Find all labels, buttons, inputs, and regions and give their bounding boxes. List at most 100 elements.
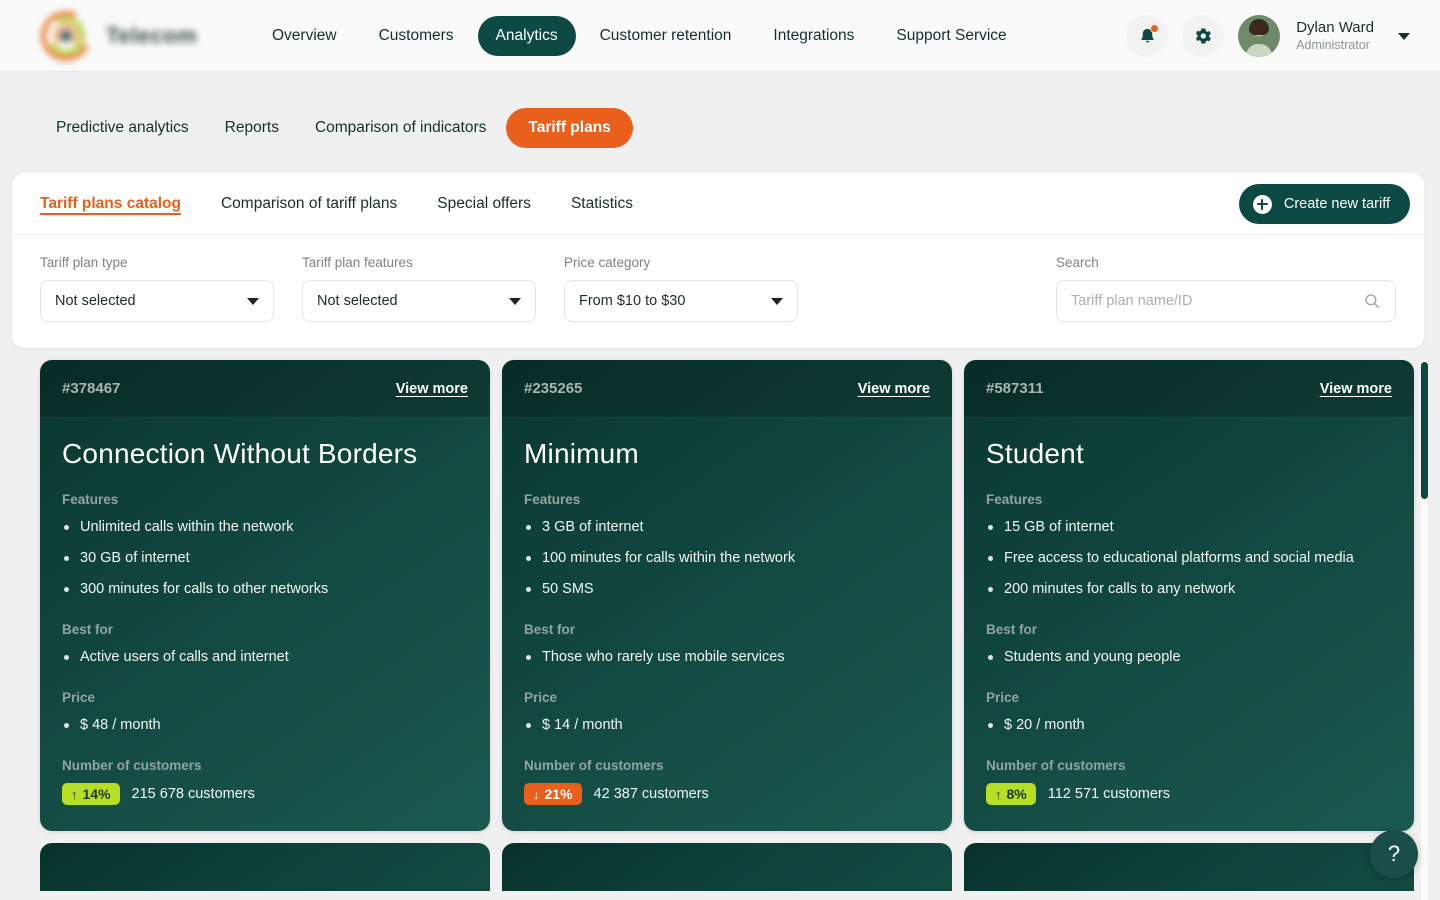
select-tariff-plan-features[interactable]: Not selected	[302, 280, 536, 322]
section-label-price: Price	[524, 690, 930, 705]
list-item: Those who rarely use mobile services	[524, 647, 930, 668]
select-tariff-plan-type[interactable]: Not selected	[40, 280, 274, 322]
price-list: $ 20 / month	[986, 715, 1392, 736]
select-value-tariff-plan-type: Not selected	[55, 293, 136, 309]
subnav-item-tariff-plans[interactable]: Tariff plans	[506, 108, 632, 148]
app-header: Telecom Overview Customers Analytics Cus…	[0, 0, 1440, 72]
tariff-card[interactable]	[40, 843, 490, 891]
chevron-down-icon	[509, 298, 521, 305]
nav-item-analytics[interactable]: Analytics	[478, 16, 576, 56]
help-button[interactable]: ?	[1370, 830, 1418, 878]
tab-comparison-of-tariff-plans[interactable]: Comparison of tariff plans	[221, 195, 397, 213]
status-badge: ↓ 21%	[524, 783, 582, 805]
primary-nav: Overview Customers Analytics Customer re…	[254, 16, 1025, 56]
nav-item-overview[interactable]: Overview	[254, 16, 355, 56]
filter-label-tariff-plan-features: Tariff plan features	[302, 255, 536, 270]
list-item: 15 GB of internet	[986, 517, 1392, 538]
list-item: $ 20 / month	[986, 715, 1392, 736]
status-badge: ↑ 14%	[62, 783, 120, 805]
status-badge: ↑ 8%	[986, 783, 1036, 805]
create-new-tariff-label: Create new tariff	[1284, 196, 1390, 212]
tariff-cards-area: #378467 View more Connection Without Bor…	[0, 360, 1440, 891]
settings-button[interactable]	[1182, 15, 1224, 57]
filter-tariff-plan-type: Tariff plan type Not selected	[40, 255, 274, 322]
section-label-price: Price	[986, 690, 1392, 705]
subnav-item-predictive-analytics[interactable]: Predictive analytics	[40, 108, 205, 148]
section-label-customers: Number of customers	[62, 758, 468, 773]
list-item: $ 48 / month	[62, 715, 468, 736]
tariff-cards-next-row	[0, 843, 1440, 891]
user-avatar[interactable]	[1238, 15, 1280, 57]
tariff-card-body: Connection Without Borders Features Unli…	[40, 418, 490, 831]
user-name: Dylan Ward	[1296, 19, 1374, 38]
chevron-down-icon	[771, 298, 783, 305]
gear-icon	[1193, 26, 1213, 46]
best-for-list: Students and young people	[986, 647, 1392, 668]
search-box[interactable]	[1056, 280, 1396, 322]
view-more-link[interactable]: View more	[396, 381, 468, 397]
tariff-card[interactable]: #378467 View more Connection Without Bor…	[40, 360, 490, 831]
list-item: 300 minutes for calls to other networks	[62, 579, 468, 600]
trend-percent: 14%	[83, 786, 111, 802]
customers-row: ↓ 21% 42 387 customers	[524, 783, 930, 805]
user-info[interactable]: Dylan Ward Administrator	[1296, 19, 1374, 53]
tab-tariff-plans-catalog[interactable]: Tariff plans catalog	[40, 195, 181, 213]
tariff-card[interactable]	[502, 843, 952, 891]
nav-item-support-service[interactable]: Support Service	[878, 16, 1024, 56]
list-item: Free access to educational platforms and…	[986, 548, 1392, 569]
customers-count: 215 678 customers	[132, 786, 255, 802]
features-list: Unlimited calls within the network 30 GB…	[62, 517, 468, 600]
view-more-link[interactable]: View more	[858, 381, 930, 397]
section-label-customers: Number of customers	[524, 758, 930, 773]
plus-circle-icon	[1253, 195, 1272, 214]
nav-item-customers[interactable]: Customers	[361, 16, 472, 56]
list-item: 3 GB of internet	[524, 517, 930, 538]
nav-item-integrations[interactable]: Integrations	[755, 16, 872, 56]
nav-item-customer-retention[interactable]: Customer retention	[582, 16, 750, 56]
search-icon[interactable]	[1363, 292, 1381, 310]
view-more-link[interactable]: View more	[1320, 381, 1392, 397]
customers-count: 42 387 customers	[594, 786, 709, 802]
price-list: $ 14 / month	[524, 715, 930, 736]
search-input[interactable]	[1071, 293, 1363, 309]
select-value-tariff-plan-features: Not selected	[317, 293, 398, 309]
filter-label-tariff-plan-type: Tariff plan type	[40, 255, 274, 270]
subnav-item-comparison-of-indicators[interactable]: Comparison of indicators	[299, 108, 502, 148]
brand-name: Telecom	[106, 23, 197, 49]
trend-percent: 8%	[1007, 786, 1027, 802]
create-new-tariff-button[interactable]: Create new tariff	[1239, 184, 1410, 224]
tariff-card-title: Student	[986, 438, 1392, 470]
section-label-customers: Number of customers	[986, 758, 1392, 773]
select-price-category[interactable]: From $10 to $30	[564, 280, 798, 322]
customers-count: 112 571 customers	[1048, 786, 1170, 802]
tariff-card[interactable]	[964, 843, 1414, 891]
tab-special-offers[interactable]: Special offers	[437, 195, 531, 213]
arrow-up-icon: ↑	[995, 787, 1002, 802]
tariff-card[interactable]: #587311 View more Student Features 15 GB…	[964, 360, 1414, 831]
filter-tariff-plan-features: Tariff plan features Not selected	[302, 255, 536, 322]
section-label-best-for: Best for	[62, 622, 468, 637]
tariff-plans-panel: Tariff plans catalog Comparison of tarif…	[12, 173, 1424, 348]
arrow-down-icon: ↓	[533, 787, 540, 802]
scrollbar-thumb[interactable]	[1421, 362, 1428, 499]
filter-label-search: Search	[1056, 255, 1396, 270]
notifications-button[interactable]	[1126, 15, 1168, 57]
tab-statistics[interactable]: Statistics	[571, 195, 633, 213]
price-list: $ 48 / month	[62, 715, 468, 736]
list-item: 200 minutes for calls to any network	[986, 579, 1392, 600]
section-label-features: Features	[524, 492, 930, 507]
section-label-features: Features	[986, 492, 1392, 507]
list-item: 30 GB of internet	[62, 548, 468, 569]
tariff-card-header: #378467 View more	[40, 360, 490, 418]
analytics-subnav: Predictive analytics Reports Comparison …	[0, 72, 1440, 148]
tariff-card-id: #587311	[986, 380, 1044, 397]
user-menu-chevron-down-icon[interactable]	[1398, 33, 1410, 40]
tariff-card-body: Minimum Features 3 GB of internet 100 mi…	[502, 418, 952, 831]
brand-logo-area[interactable]: Telecom	[38, 8, 218, 64]
features-list: 15 GB of internet Free access to educati…	[986, 517, 1392, 600]
list-item: Active users of calls and internet	[62, 647, 468, 668]
tariff-card[interactable]: #235265 View more Minimum Features 3 GB …	[502, 360, 952, 831]
tariff-card-body: Student Features 15 GB of internet Free …	[964, 418, 1414, 831]
subnav-item-reports[interactable]: Reports	[209, 108, 295, 148]
list-item: $ 14 / month	[524, 715, 930, 736]
